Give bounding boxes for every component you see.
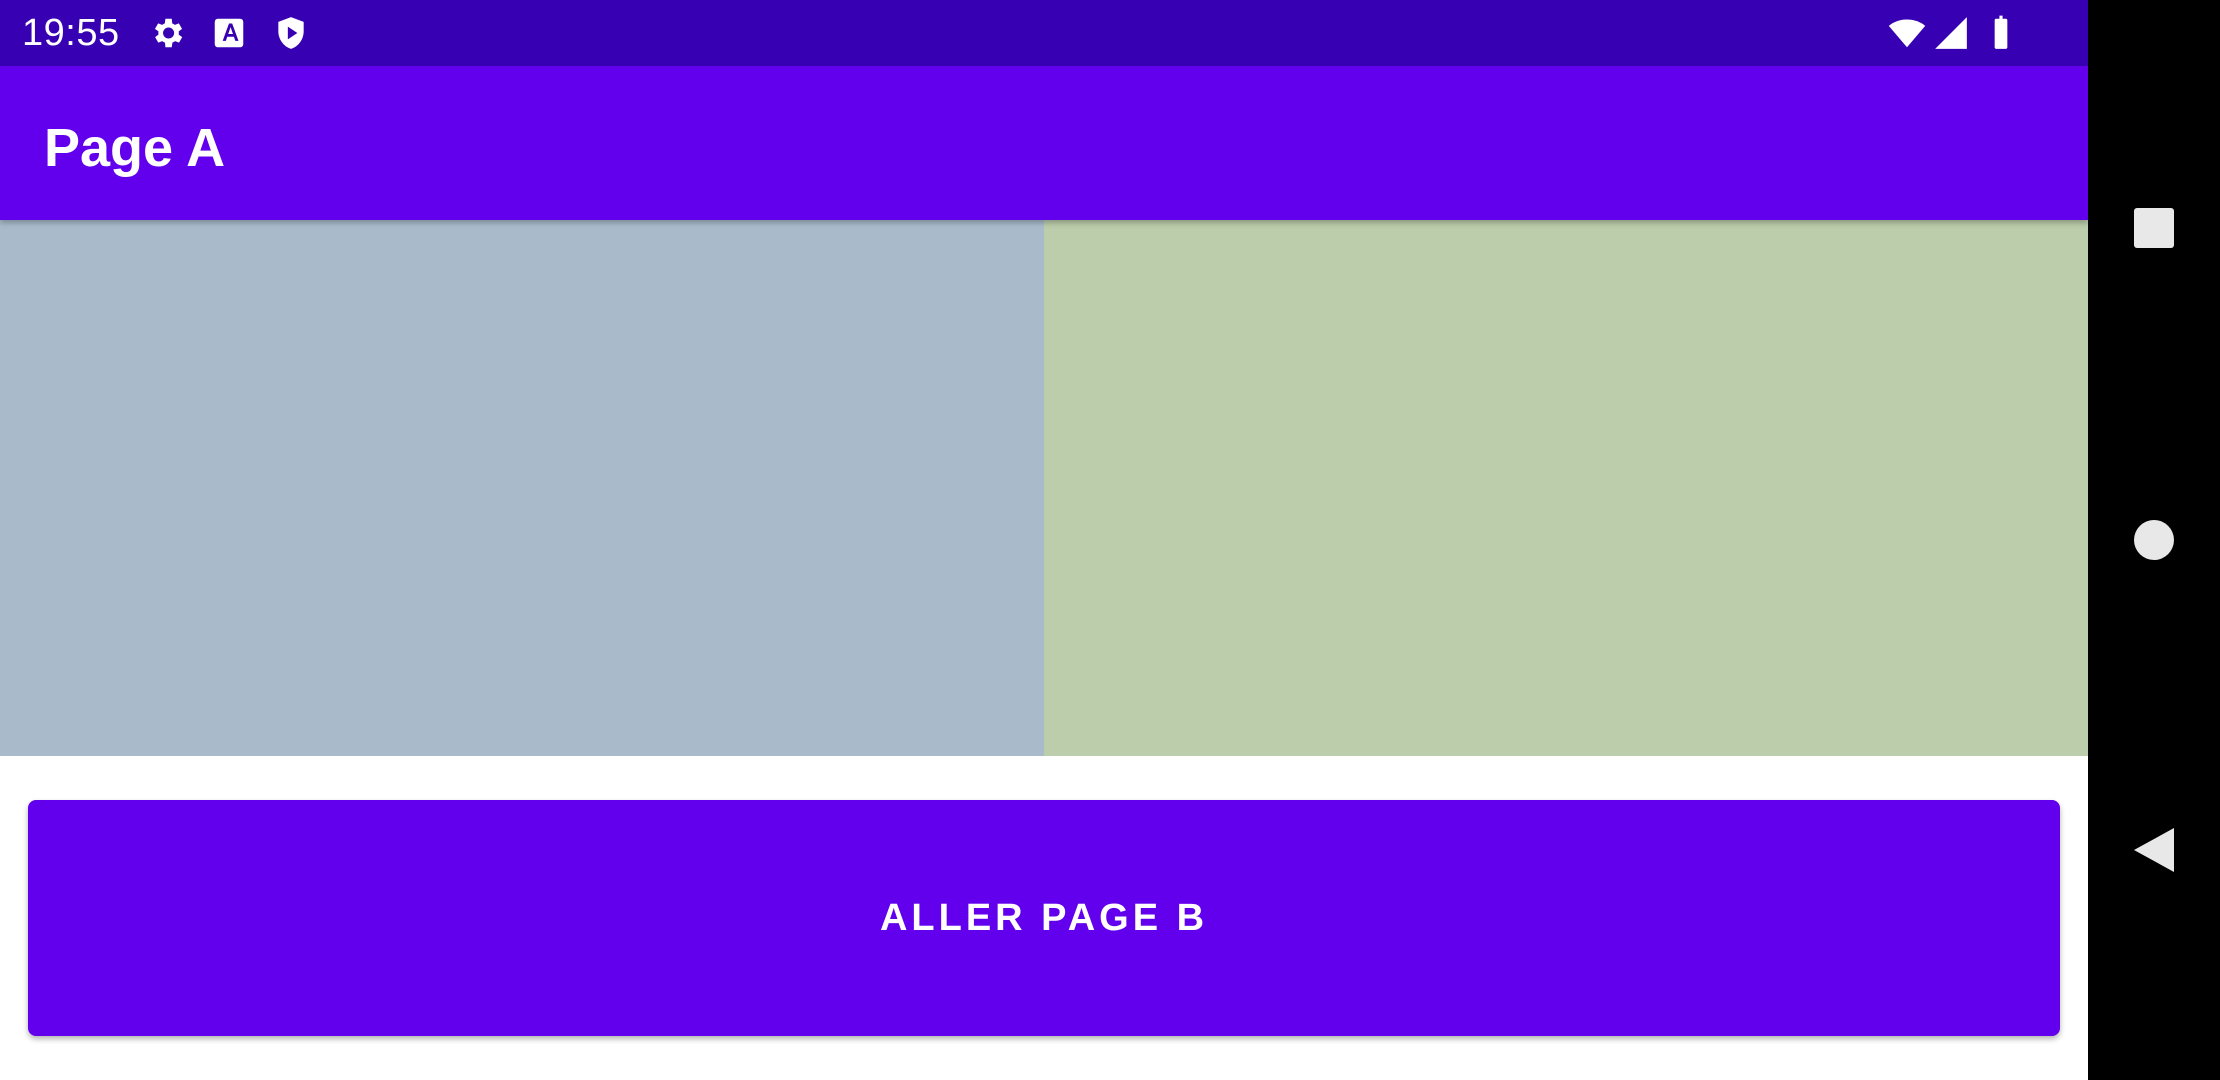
device-screen: 19:55 Page A ALLER PAGE B <box>0 0 2220 1080</box>
gear-icon <box>148 14 186 52</box>
page-title: Page A <box>44 118 226 178</box>
wifi-icon <box>1888 14 1926 52</box>
signal-icon <box>1932 14 1970 52</box>
battery-icon <box>1982 14 2020 52</box>
right-color-panel <box>1044 220 2088 756</box>
back-triangle-icon[interactable] <box>2114 810 2194 890</box>
text-a-icon <box>210 14 248 52</box>
status-time: 19:55 <box>22 12 120 54</box>
status-bar: 19:55 <box>0 0 2088 66</box>
home-circle-icon[interactable] <box>2114 500 2194 580</box>
left-color-panel <box>0 220 1044 756</box>
app-window: 19:55 Page A ALLER PAGE B <box>0 0 2088 1080</box>
recents-square-icon[interactable] <box>2114 188 2194 268</box>
shield-play-icon <box>272 14 310 52</box>
top-app-bar: Page A <box>0 66 2088 220</box>
go-to-page-b-button[interactable]: ALLER PAGE B <box>28 800 2060 1036</box>
navigation-bar <box>2088 0 2220 1080</box>
